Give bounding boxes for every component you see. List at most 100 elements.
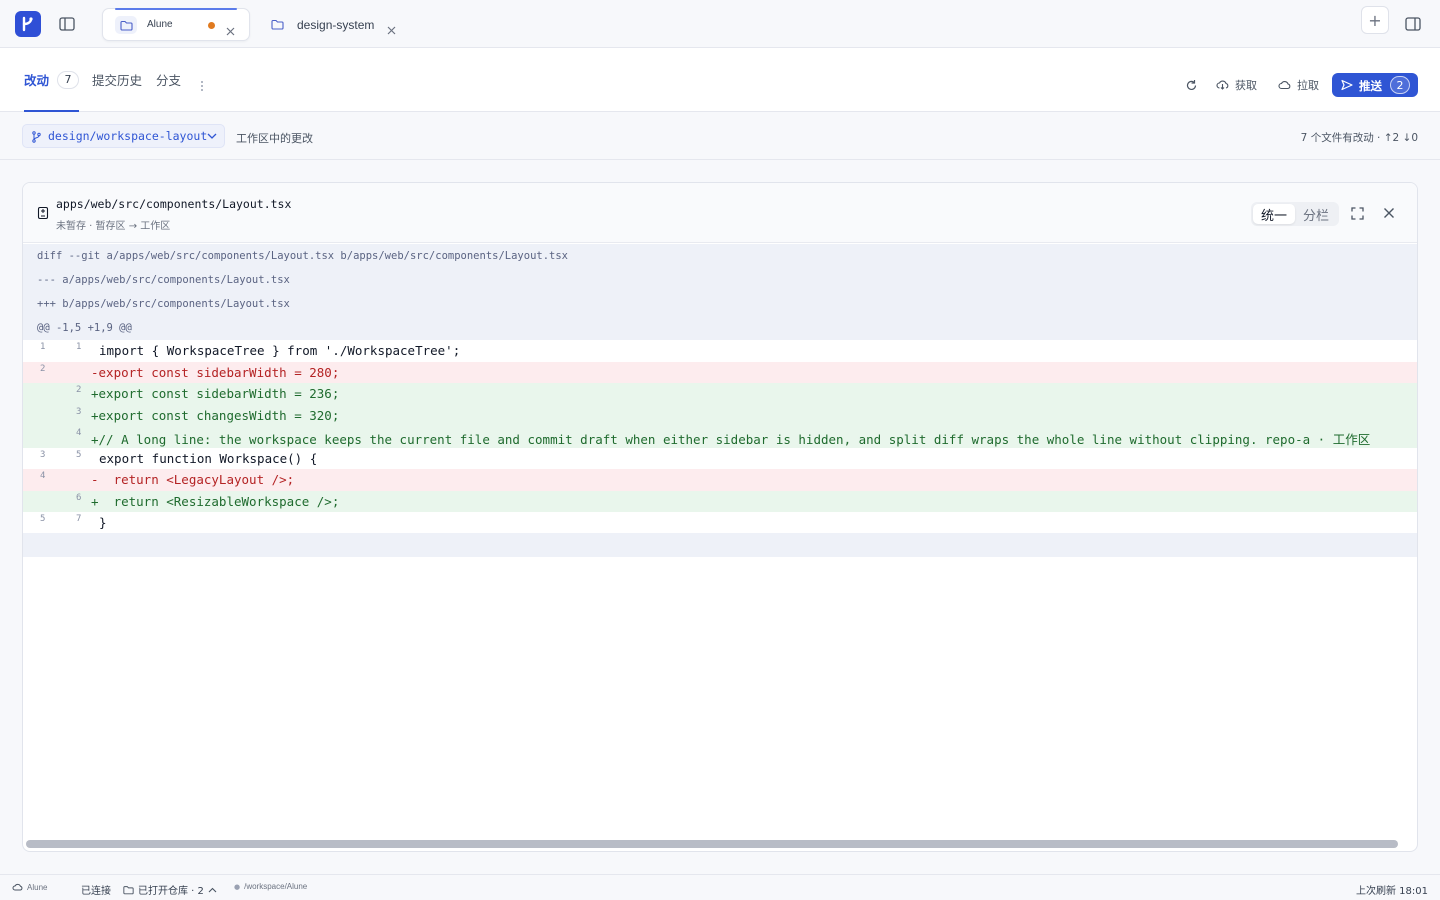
expand-button[interactable]: [1349, 205, 1365, 221]
tab-changes-label: 改动: [24, 73, 50, 88]
view-mode-toggle: 统一 分栏: [1251, 202, 1339, 226]
refresh-button[interactable]: [1185, 76, 1198, 94]
unified-view-option[interactable]: 统一: [1253, 204, 1295, 224]
old-line-number: 4: [40, 471, 46, 481]
hunk-footer: [23, 533, 1417, 557]
added-line: 4 +// A long line: the workspace keeps th…: [23, 426, 1417, 448]
old-line-number: 2: [40, 363, 46, 374]
change-summary: 7 个文件有改动 · ↑2 ↓0: [1300, 132, 1418, 144]
branch-selector[interactable]: design/workspace-layout: [22, 124, 225, 148]
horizontal-scrollbar[interactable]: [26, 840, 1398, 848]
status-bar: Alune 已连接 已打开仓库 · 2 ● /workspace/Alune 上…: [0, 874, 1440, 900]
close-tab-icon[interactable]: [387, 24, 397, 35]
code-text: +export const sidebarWidth = 236;: [91, 386, 340, 401]
toggle-right-panel-button[interactable]: [1403, 14, 1423, 34]
status-repo[interactable]: Alune: [12, 882, 47, 892]
tab-branches-label: 分支: [156, 73, 182, 88]
old-line-number: 1: [40, 342, 46, 352]
close-tab-icon[interactable]: [226, 25, 236, 36]
pull-label: 拉取: [1297, 79, 1319, 92]
code-text: import { WorkspaceTree } from './Workspa…: [99, 343, 461, 358]
diff-meta-line: +++ b/apps/web/src/components/Layout.tsx: [23, 292, 1417, 316]
cloud-icon: [1278, 80, 1291, 90]
repo-toolbar: 改动 7 提交历史 分支 获取 拉取 推送 2: [0, 48, 1440, 112]
logo-mark-icon: [22, 16, 33, 32]
context-line: 3 5 export function Workspace() {: [23, 447, 1417, 469]
send-icon: [1341, 79, 1353, 91]
folder-icon: [266, 15, 288, 33]
new-line-number: 4: [76, 428, 82, 438]
code-text: -export const sidebarWidth = 280;: [91, 364, 340, 380]
push-button[interactable]: 推送 2: [1332, 73, 1418, 97]
context-line: 1 1 import { WorkspaceTree } from './Works…: [23, 340, 1417, 362]
cloud-icon: [12, 883, 23, 891]
file-path: apps/web/src/components/Layout.tsx: [56, 197, 292, 211]
split-view-option[interactable]: 分栏: [1295, 204, 1337, 224]
tab-branches[interactable]: 分支: [156, 48, 181, 111]
deleted-line: 2 -export const sidebarWidth = 280;: [23, 361, 1417, 383]
new-line-number: 1: [76, 342, 82, 352]
new-tab-button[interactable]: +: [1361, 6, 1389, 34]
tab-changes[interactable]: 改动 7: [24, 48, 80, 112]
code-text: +export const changesWidth = 320;: [91, 407, 340, 423]
close-icon: [1384, 208, 1394, 218]
cloud-download-icon: [1216, 80, 1229, 90]
toggle-sidebar-button[interactable]: [57, 14, 77, 34]
new-line-number: 3: [76, 406, 82, 417]
file-stage-state: 未暂存 · 暂存区 → 工作区: [56, 221, 171, 232]
last-refresh: 上次刷新 18:01: [1356, 886, 1428, 897]
sidebar-icon: [59, 17, 75, 31]
diff-header: apps/web/src/components/Layout.tsx 未暂存 ·…: [23, 183, 1417, 243]
hunk-header: @@ -1,5 +1,9 @@: [23, 316, 1417, 340]
tab-history-label: 提交历史: [92, 73, 143, 88]
file-diff-icon: [37, 206, 49, 220]
close-diff-button[interactable]: [1381, 205, 1397, 221]
fetch-button[interactable]: 获取: [1216, 76, 1257, 94]
status-repo-name: Alune: [27, 882, 48, 892]
code-text: + return <ResizableWorkspace />;: [91, 493, 340, 509]
right-panel-icon: [1405, 17, 1421, 31]
context-line: 5 7}: [23, 512, 1417, 534]
pull-button[interactable]: 拉取: [1278, 76, 1319, 94]
code-text: +// A long line: the workspace keeps the…: [91, 432, 1371, 447]
title-bar: Alune design-system +: [0, 0, 1440, 48]
open-repos-label: 已打开仓库 · 2: [138, 886, 204, 897]
added-line: 6 + return <ResizableWorkspace />;: [23, 490, 1417, 512]
expand-icon: [1350, 206, 1364, 220]
old-line-number: 3: [40, 449, 46, 460]
folder-icon: [115, 16, 137, 34]
folder-icon: [123, 885, 134, 894]
open-repos-button[interactable]: 已打开仓库 · 2: [123, 882, 217, 897]
app-logo: [15, 11, 41, 37]
old-line-number: 5: [40, 514, 46, 524]
plus-icon: +: [1368, 10, 1382, 30]
new-line-number: 2: [76, 385, 82, 395]
new-line-number: 7: [76, 514, 82, 524]
workspace-path: /workspace/Alune: [244, 882, 308, 891]
push-label: 推送: [1359, 79, 1382, 93]
deleted-line: 4 - return <LegacyLayout />;: [23, 469, 1417, 491]
diff-meta-line: diff --git a/apps/web/src/components/Lay…: [23, 244, 1417, 268]
push-count-badge: 2: [1390, 76, 1410, 94]
tab-repo-alune[interactable]: Alune: [102, 8, 250, 41]
branch-bar: design/workspace-layout 工作区中的更改 7 个文件有改动…: [0, 112, 1440, 160]
added-line: 3 +export const changesWidth = 320;: [23, 404, 1417, 426]
added-line: 2 +export const sidebarWidth = 236;: [23, 383, 1417, 405]
new-line-number: 5: [76, 449, 82, 460]
code-text: - return <LegacyLayout />;: [91, 472, 295, 487]
tab-repo-design-system[interactable]: design-system: [262, 8, 412, 41]
status-path: ● /workspace/Alune: [234, 882, 307, 891]
tab-label: design-system: [297, 17, 375, 32]
tab-label: Alune: [147, 19, 173, 30]
scope-label: 工作区中的更改: [236, 132, 313, 145]
new-line-number: 6: [76, 492, 82, 503]
code-text: }: [99, 515, 107, 530]
tab-commit-history[interactable]: 提交历史: [92, 48, 142, 111]
code-text: export function Workspace() {: [99, 450, 318, 466]
more-options-icon[interactable]: [197, 78, 207, 92]
changes-count-badge: 7: [57, 70, 80, 89]
git-branch-icon: [32, 131, 41, 143]
chevron-up-icon: [208, 887, 217, 892]
diff-meta-line: --- a/apps/web/src/components/Layout.tsx: [23, 268, 1417, 292]
refresh-icon: [1186, 79, 1197, 90]
